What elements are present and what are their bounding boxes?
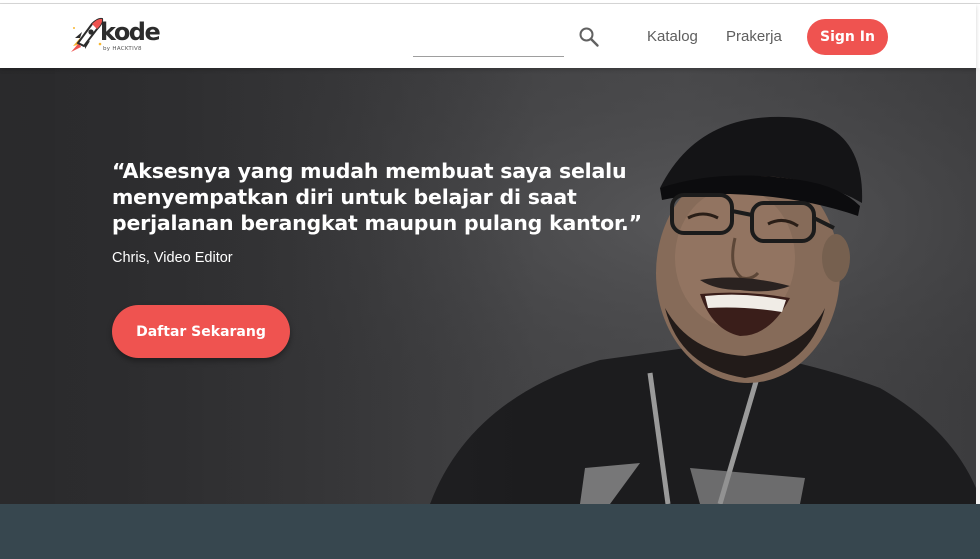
page-scrollbar[interactable]	[976, 68, 980, 504]
rocket-icon	[71, 17, 104, 52]
hero-photo	[0, 68, 976, 504]
nav-link-katalog[interactable]: Katalog	[647, 28, 698, 45]
quote-line: perjalanan berangkat maupun pulang kanto…	[112, 211, 642, 235]
sign-in-button[interactable]: Sign In	[807, 19, 888, 55]
testimonial-author: Chris, Video Editor	[112, 250, 233, 266]
quote-line: menyempatkan diri untuk belajar di saat	[112, 185, 577, 209]
logo-tagline: by HACKTIV8	[103, 46, 142, 52]
site-header: kode by HACKTIV8 Katalog Prakerja Sign I…	[0, 4, 976, 68]
nav-link-prakerja[interactable]: Prakerja	[726, 28, 782, 45]
hero-banner: “Aksesnya yang mudah membuat saya selalu…	[0, 68, 976, 504]
quote-line: “Aksesnya yang mudah membuat saya selalu	[112, 159, 627, 183]
register-now-button[interactable]: Daftar Sekarang	[112, 305, 290, 358]
search-icon[interactable]	[578, 26, 600, 48]
next-section	[0, 504, 980, 559]
testimonial-quote: “Aksesnya yang mudah membuat saya selalu…	[112, 158, 652, 236]
search-input[interactable]	[413, 21, 564, 57]
logo-wordmark: kode	[100, 18, 161, 46]
kode-logo[interactable]: kode by HACKTIV8	[70, 16, 170, 58]
